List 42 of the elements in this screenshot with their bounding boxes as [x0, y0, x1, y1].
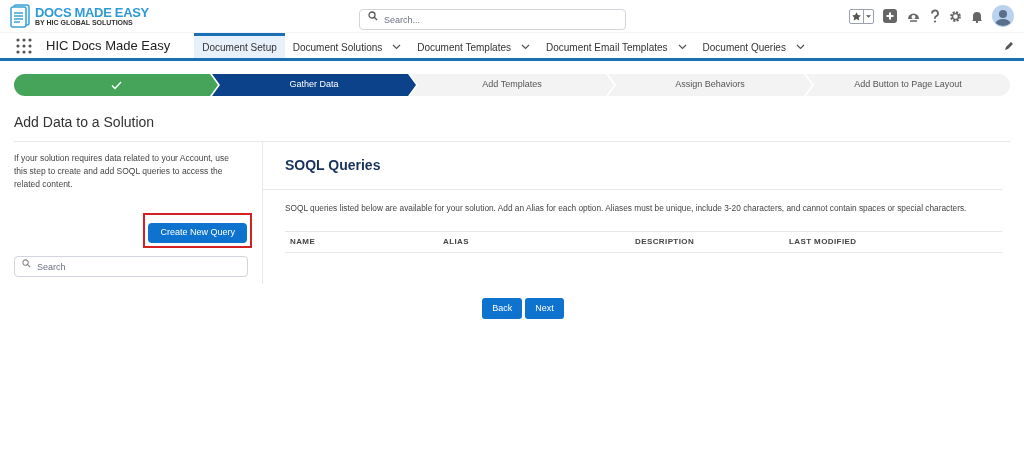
- nav-tab[interactable]: Document Email Templates: [538, 33, 695, 58]
- logo-title: DOCS MADE EASY: [35, 6, 149, 19]
- nav-button[interactable]: Back: [482, 297, 523, 319]
- nav-button[interactable]: Next: [525, 297, 564, 319]
- chevron-down-icon[interactable]: [392, 44, 402, 50]
- search-icon: [22, 258, 31, 268]
- page-title: Add Data to a Solution: [14, 112, 1010, 142]
- column-header: ALIAS: [443, 236, 470, 249]
- nav-tab[interactable]: Document Queries: [694, 33, 813, 58]
- chevron-down-icon[interactable]: [795, 44, 805, 50]
- nav-tab[interactable]: Document Templates: [409, 33, 538, 58]
- favorites-button[interactable]: [849, 8, 874, 24]
- chevron-down-icon[interactable]: [521, 44, 530, 50]
- search-field[interactable]: Search...: [359, 9, 626, 30]
- star-icon: [850, 9, 864, 23]
- plus-icon[interactable]: [883, 9, 897, 23]
- bell-icon[interactable]: [971, 9, 983, 23]
- edit-pencil-icon[interactable]: [1004, 40, 1014, 51]
- create-query-button[interactable]: Create New Query: [148, 222, 247, 243]
- path-step[interactable]: Add Templates: [410, 74, 614, 96]
- document-logo-icon: [10, 4, 32, 28]
- search-field[interactable]: Search: [14, 256, 248, 278]
- column-header: LAST MODIFIED: [789, 236, 858, 249]
- description-text: If your solution requires data related to your Account, use this step to create and add SOQL queries to access the related content.: [14, 152, 230, 191]
- settings-icon[interactable]: [949, 9, 962, 23]
- app-name: HIC Docs Made Easy: [46, 36, 171, 55]
- chevron-down-icon[interactable]: [677, 44, 687, 50]
- path-step[interactable]: Add Button to Page Layout: [806, 74, 1010, 96]
- section-title: SOQL Queries: [263, 142, 1002, 190]
- nav-tab[interactable]: Document Solutions: [284, 33, 410, 58]
- caret-icon[interactable]: [866, 14, 871, 18]
- path-step[interactable]: Assign Behaviors: [608, 74, 812, 96]
- search-icon: [368, 11, 378, 21]
- path-step[interactable]: Gather Data: [212, 74, 416, 96]
- app-launcher-icon[interactable]: [16, 37, 32, 54]
- column-header: DESCRIPTION: [635, 236, 696, 249]
- checkmark-icon: [110, 80, 122, 90]
- section-description: SOQL queries listed below are available for your solution. Add an Alias for each option. Aliases must be unique, include 3-20 characters, and cannot contain spaces or special characters.: [284, 202, 968, 215]
- column-header: NAME: [290, 236, 317, 249]
- avatar-icon[interactable]: [992, 5, 1014, 27]
- nav-tab[interactable]: Document Setup: [194, 33, 285, 58]
- help-icon[interactable]: [930, 9, 940, 23]
